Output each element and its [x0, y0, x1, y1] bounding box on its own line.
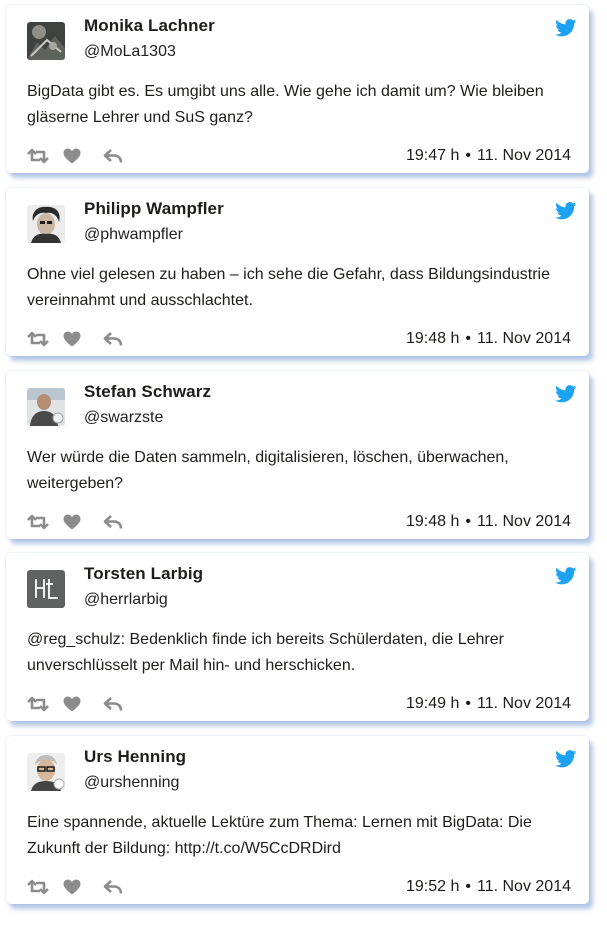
avatar[interactable] — [27, 205, 65, 243]
tweet-timestamp[interactable]: 19:49 h • 11. Nov 2014 — [406, 695, 571, 713]
tweet-actions — [27, 147, 137, 165]
reply-icon[interactable] — [103, 514, 123, 530]
retweet-icon[interactable] — [27, 148, 49, 164]
tweet-actions — [27, 330, 137, 348]
tweet-text: Wer würde die Daten sammeln, digitalisie… — [27, 449, 509, 492]
author-name[interactable]: Philipp Wampfler — [84, 199, 224, 219]
author-handle[interactable]: @MoLa1303 — [84, 43, 176, 61]
tweet-text: @reg_schulz: Bedenklich finde ich bereit… — [27, 631, 504, 674]
tweet-card[interactable]: Urs Henning @urshenning Eine spannende, … — [6, 736, 589, 904]
tweet-actions — [27, 695, 137, 713]
author-handle[interactable]: @herrlarbig — [84, 591, 168, 609]
twitter-bird-icon[interactable] — [555, 202, 577, 220]
retweet-icon[interactable] — [27, 879, 49, 895]
heart-icon[interactable] — [63, 148, 81, 164]
heart-icon[interactable] — [63, 331, 81, 347]
heart-icon[interactable] — [63, 879, 81, 895]
tweet-timestamp[interactable]: 19:48 h • 11. Nov 2014 — [406, 513, 571, 531]
twitter-bird-icon[interactable] — [555, 19, 577, 37]
reply-icon[interactable] — [103, 148, 123, 164]
tweet-card[interactable]: Monika Lachner @MoLa1303 BigData gibt es… — [6, 5, 589, 173]
tweet-card[interactable]: Torsten Larbig @herrlarbig @reg_schulz: … — [6, 553, 589, 721]
tweet-card[interactable]: Stefan Schwarz @swarzste Wer würde die D… — [6, 371, 589, 539]
tweet-text: Ohne viel gelesen zu haben – ich sehe di… — [27, 266, 551, 309]
reply-icon[interactable] — [103, 331, 123, 347]
tweet-feed: Monika Lachner @MoLa1303 BigData gibt es… — [0, 0, 607, 925]
avatar[interactable] — [27, 22, 65, 60]
retweet-icon[interactable] — [27, 696, 49, 712]
avatar[interactable] — [27, 570, 65, 608]
tweet-actions — [27, 878, 137, 896]
tweet-text: BigData gibt es. Es umgibt uns alle. Wie… — [27, 83, 544, 126]
tweet-timestamp[interactable]: 19:47 h • 11. Nov 2014 — [406, 147, 571, 165]
author-name[interactable]: Monika Lachner — [84, 16, 215, 36]
author-handle[interactable]: @urshenning — [84, 774, 179, 792]
retweet-icon[interactable] — [27, 514, 49, 530]
reply-icon[interactable] — [103, 879, 123, 895]
author-handle[interactable]: @phwampfler — [84, 226, 183, 244]
retweet-icon[interactable] — [27, 331, 49, 347]
heart-icon[interactable] — [63, 696, 81, 712]
author-name[interactable]: Stefan Schwarz — [84, 382, 211, 402]
avatar[interactable] — [27, 388, 65, 426]
tweet-text: Eine spannende, aktuelle Lektüre zum The… — [27, 814, 532, 857]
reply-icon[interactable] — [103, 696, 123, 712]
twitter-bird-icon[interactable] — [555, 385, 577, 403]
author-name[interactable]: Urs Henning — [84, 747, 186, 767]
twitter-bird-icon[interactable] — [555, 567, 577, 585]
avatar[interactable] — [27, 753, 65, 791]
tweet-actions — [27, 513, 137, 531]
tweet-timestamp[interactable]: 19:52 h • 11. Nov 2014 — [406, 878, 571, 896]
tweet-timestamp[interactable]: 19:48 h • 11. Nov 2014 — [406, 330, 571, 348]
author-name[interactable]: Torsten Larbig — [84, 564, 203, 584]
heart-icon[interactable] — [63, 514, 81, 530]
tweet-card[interactable]: Philipp Wampfler @phwampfler Ohne viel g… — [6, 188, 589, 356]
author-handle[interactable]: @swarzste — [84, 409, 163, 427]
twitter-bird-icon[interactable] — [555, 750, 577, 768]
